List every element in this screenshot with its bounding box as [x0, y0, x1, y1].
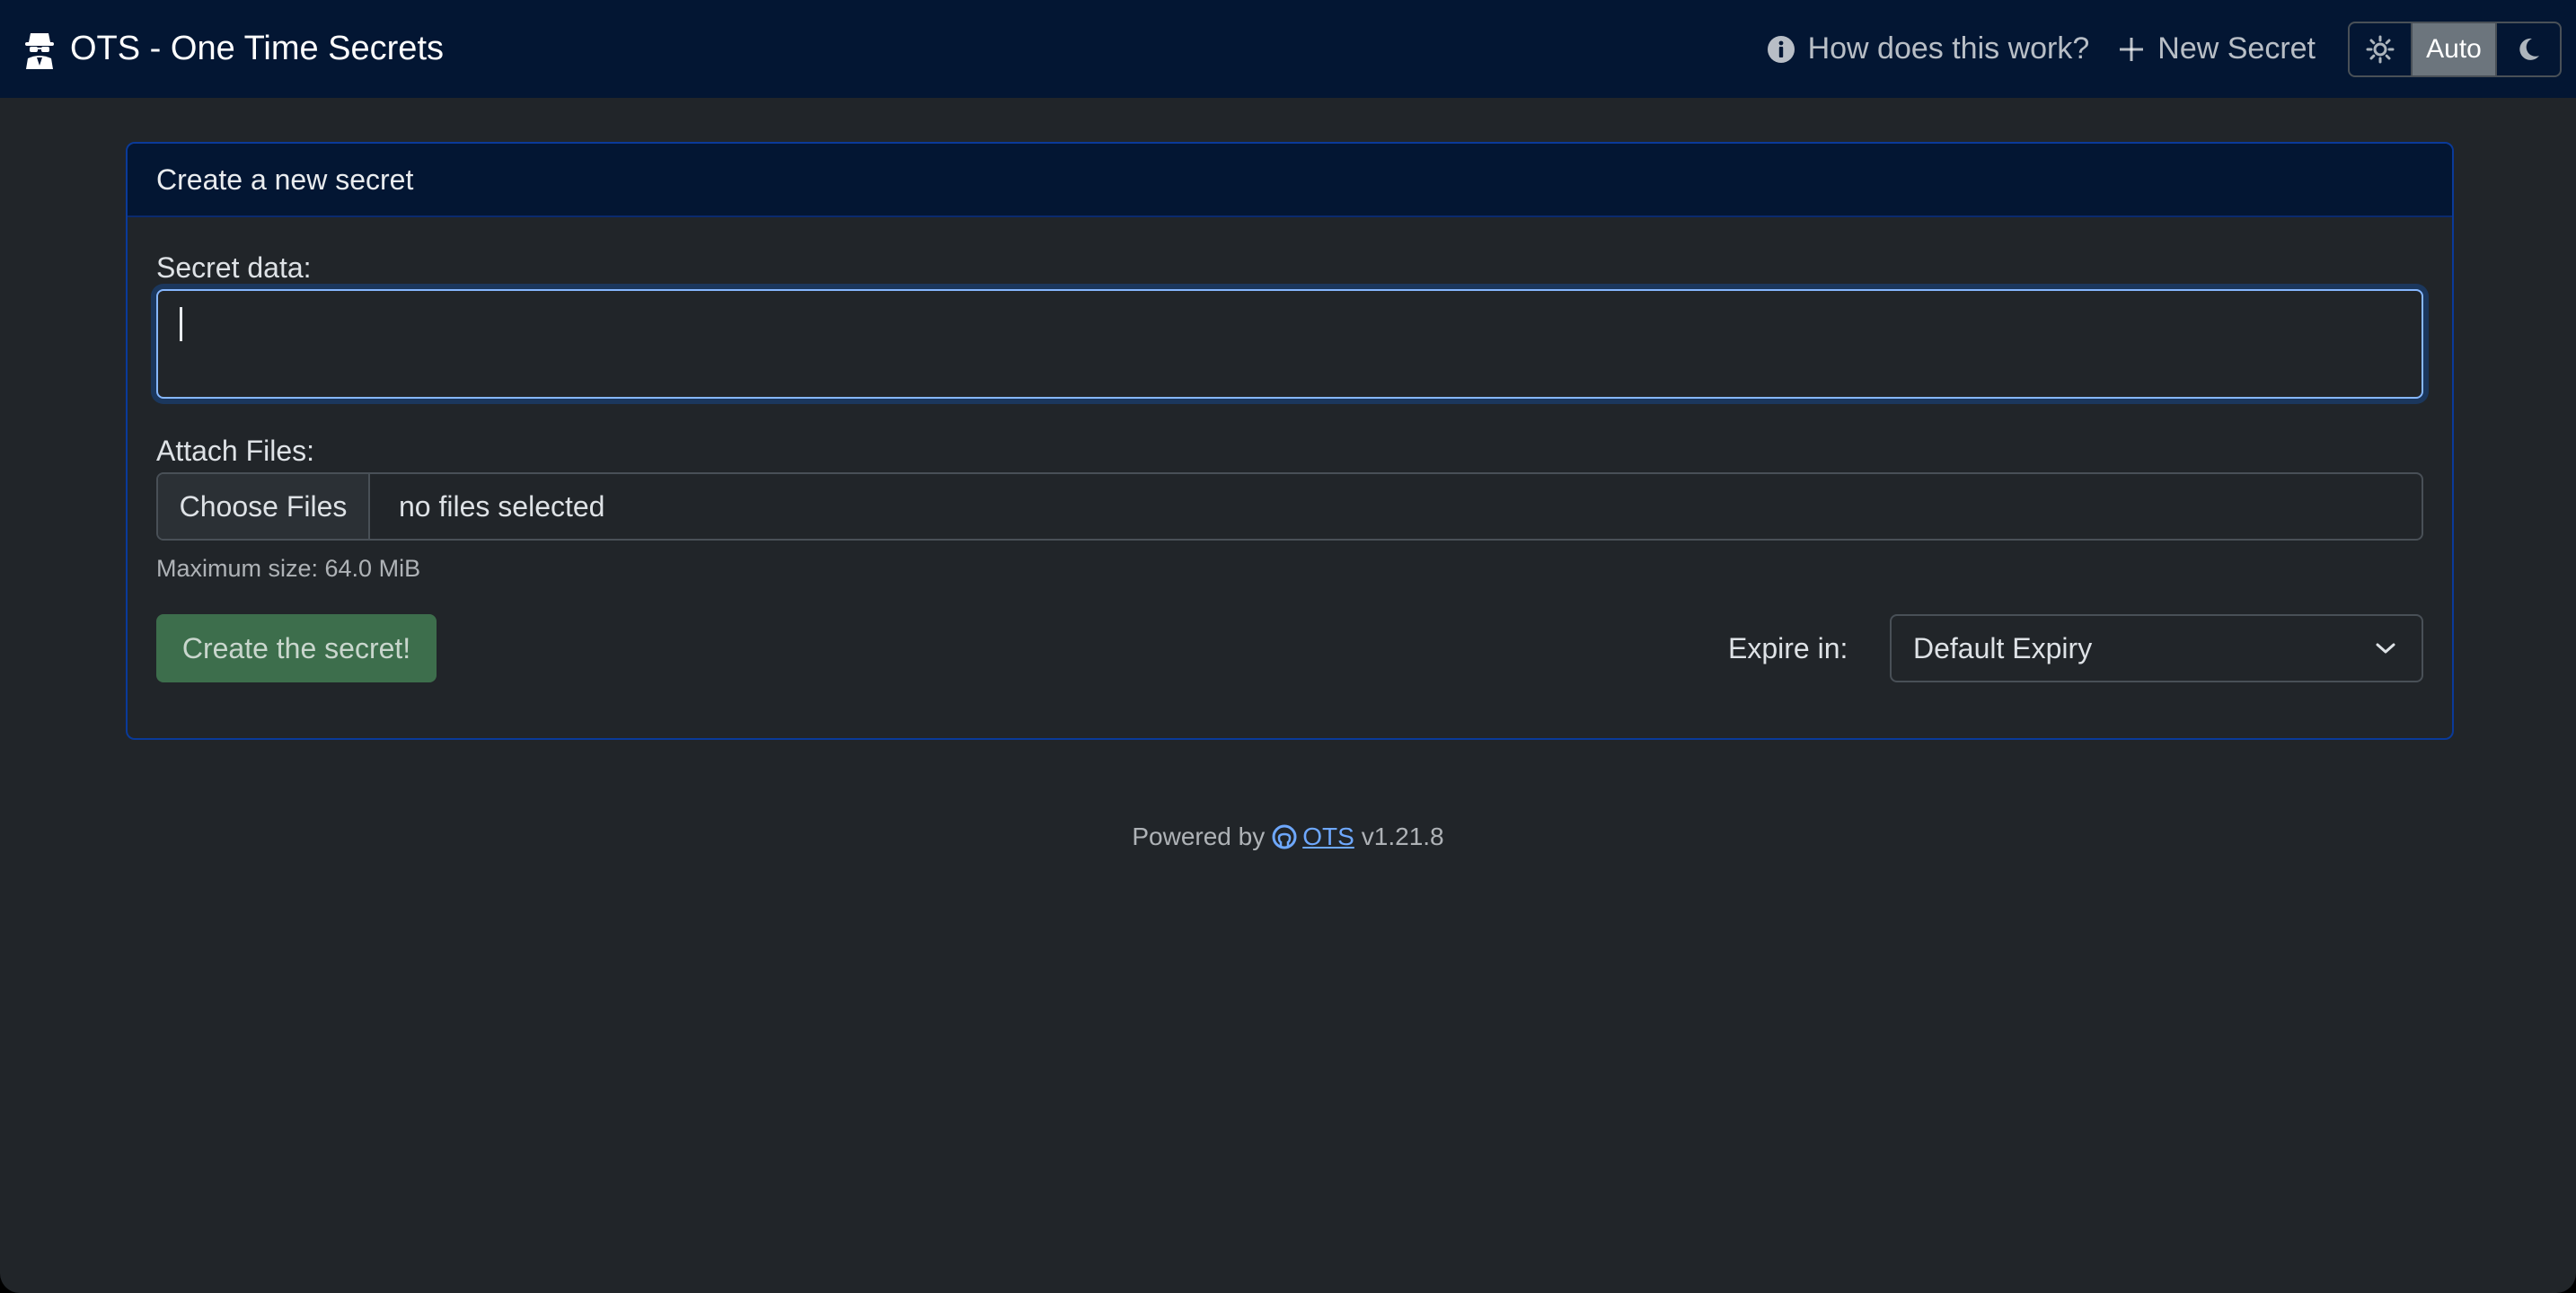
github-icon	[1272, 824, 1297, 849]
app-window: OTS - One Time Secrets How does this wor…	[0, 0, 2576, 1293]
theme-auto-label: Auto	[2426, 33, 2482, 64]
file-input[interactable]: Choose Files no files selected	[156, 472, 2423, 541]
version-text: v1.21.8	[1361, 822, 1444, 850]
moon-icon	[2519, 38, 2539, 60]
brand-title: OTS - One Time Secrets	[70, 30, 444, 67]
expire-label: Expire in:	[1728, 631, 1848, 664]
create-secret-button[interactable]: Create the secret!	[156, 614, 437, 682]
theme-dark-button[interactable]	[2497, 23, 2560, 75]
brand[interactable]: OTS - One Time Secrets	[23, 0, 444, 98]
sun-icon	[2366, 35, 2395, 63]
ots-github-link[interactable]: OTS	[1272, 822, 1354, 851]
ots-link-text: OTS	[1302, 822, 1354, 850]
footer: Powered by OTS v1.21.8	[0, 822, 2576, 851]
top-navbar: OTS - One Time Secrets How does this wor…	[0, 0, 2576, 98]
spy-icon	[25, 32, 54, 69]
expiry-selected-value: Default Expiry	[1913, 631, 2093, 664]
secret-data-textarea[interactable]	[156, 289, 2423, 399]
theme-light-button[interactable]	[2350, 22, 2413, 75]
expiry-select[interactable]: Default Expiry	[1890, 614, 2423, 682]
chevron-down-icon	[2376, 643, 2395, 654]
file-status: no files selected	[399, 489, 605, 523]
theme-switcher: Auto	[2348, 21, 2562, 77]
choose-files-button[interactable]: Choose Files	[158, 474, 370, 539]
navbar-right: How does this work? New Secret Auto	[1767, 0, 2562, 98]
how-it-works-link[interactable]: How does this work?	[1767, 31, 2090, 66]
new-secret-link[interactable]: New Secret	[2118, 31, 2316, 66]
powered-by-text: Powered by	[1132, 822, 1266, 850]
attach-files-label: Attach Files:	[156, 435, 315, 467]
new-secret-label: New Secret	[2157, 31, 2316, 66]
card-header: Create a new secret	[128, 144, 2452, 217]
plus-icon	[2120, 37, 2144, 61]
text-caret	[180, 307, 182, 341]
theme-auto-button[interactable]: Auto	[2413, 22, 2497, 75]
create-secret-card: Create a new secret Secret data: Attach …	[126, 142, 2454, 740]
info-circle-icon	[1767, 35, 1795, 63]
how-it-works-label: How does this work?	[1807, 31, 2090, 66]
secret-data-label: Secret data:	[156, 251, 312, 284]
max-size-hint: Maximum size: 64.0 MiB	[156, 555, 421, 582]
